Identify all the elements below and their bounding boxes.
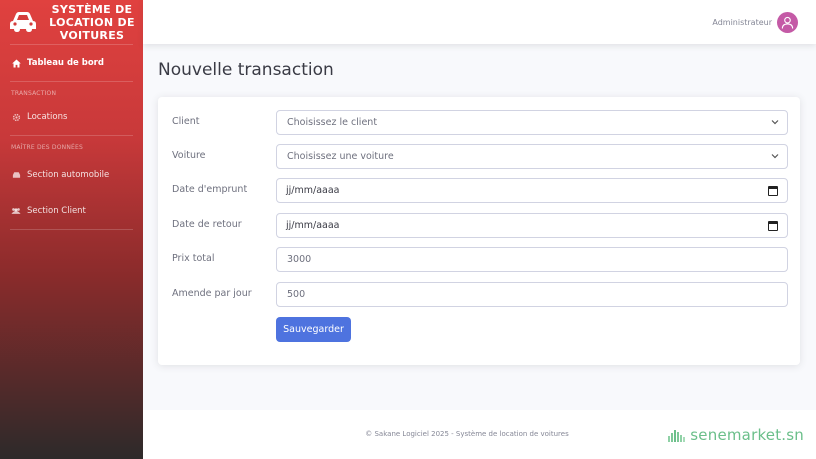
brand-line-2: LOCATION DE <box>49 15 135 29</box>
chevron-down-icon <box>771 152 779 162</box>
voiture-label: Voiture <box>172 150 206 161</box>
prix-total-label: Prix total <box>172 253 215 264</box>
sidebar-item-label: Section automobile <box>27 170 110 180</box>
gear-icon <box>11 112 21 122</box>
date-retour-value: jj/mm/aaaa <box>286 220 340 231</box>
amende-value: 500 <box>287 289 306 300</box>
date-emprunt-input[interactable]: jj/mm/aaaa <box>276 178 788 203</box>
watermark-logo-icon <box>668 430 686 442</box>
voiture-select-value: Choisissez une voiture <box>287 151 394 162</box>
sidebar-item-label: Tableau de bord <box>27 58 104 68</box>
amende-input[interactable]: 500 <box>276 282 788 307</box>
avatar[interactable] <box>777 11 798 33</box>
watermark-text: senemarket.sn <box>690 426 804 444</box>
topbar: Administrateur <box>143 0 816 44</box>
sidebar-item-dashboard[interactable]: Tableau de bord <box>0 45 143 81</box>
sidebar-item-label: Locations <box>27 112 68 122</box>
prix-total-input[interactable]: 3000 <box>276 247 788 272</box>
sidebar-heading-transaction: TRANSACTION <box>11 90 57 97</box>
client-label: Client <box>172 116 200 127</box>
user-icon <box>781 16 794 29</box>
username[interactable]: Administrateur <box>712 18 772 27</box>
calendar-icon[interactable] <box>768 221 778 231</box>
client-select-value: Choisissez le client <box>287 117 378 128</box>
date-retour-label: Date de retour <box>172 219 242 230</box>
sidebar-divider <box>10 229 133 230</box>
sidebar: SYSTÈME DE LOCATION DE VOITURES Tableau … <box>0 0 143 459</box>
brand-line-1: SYSTÈME DE <box>51 2 133 16</box>
brand[interactable]: SYSTÈME DE LOCATION DE VOITURES <box>0 0 143 44</box>
amende-row: Amende par jour 500 <box>158 282 800 307</box>
date-emprunt-value: jj/mm/aaaa <box>286 185 340 196</box>
save-button[interactable]: Sauvegarder <box>276 317 351 342</box>
date-emprunt-row: Date d'emprunt jj/mm/aaaa <box>158 178 800 203</box>
brand-line-3: VOITURES <box>59 28 125 42</box>
client-select[interactable]: Choisissez le client <box>276 110 788 135</box>
date-retour-input[interactable]: jj/mm/aaaa <box>276 213 788 238</box>
calendar-icon[interactable] <box>768 186 778 196</box>
page-title: Nouvelle transaction <box>158 60 334 80</box>
home-icon <box>11 58 21 68</box>
chevron-down-icon <box>771 118 779 128</box>
footer: © Sakane Logiciel 2025 - Système de loca… <box>143 410 816 459</box>
client-row: Client Choisissez le client <box>158 110 800 135</box>
watermark: senemarket.sn <box>667 426 804 444</box>
car-icon <box>11 170 21 180</box>
sidebar-item-client[interactable]: Section Client <box>0 193 143 229</box>
sidebar-heading-master-data: MAÎTRE DES DONNÉES <box>11 144 84 151</box>
voiture-select[interactable]: Choisissez une voiture <box>276 144 788 169</box>
car-icon <box>10 12 36 32</box>
date-emprunt-label: Date d'emprunt <box>172 184 248 195</box>
voiture-row: Voiture Choisissez une voiture <box>158 144 800 169</box>
sidebar-item-automobile[interactable]: Section automobile <box>0 157 143 193</box>
users-icon <box>11 206 21 216</box>
sidebar-item-locations[interactable]: Locations <box>0 103 143 131</box>
brand-title: SYSTÈME DE LOCATION DE VOITURES <box>44 3 140 42</box>
date-retour-row: Date de retour jj/mm/aaaa <box>158 213 800 238</box>
transaction-form-card: Client Choisissez le client Voiture Choi… <box>158 97 800 365</box>
prix-total-value: 3000 <box>287 254 312 265</box>
amende-label: Amende par jour <box>172 288 252 299</box>
sidebar-item-label: Section Client <box>27 206 86 216</box>
prix-total-row: Prix total 3000 <box>158 247 800 272</box>
